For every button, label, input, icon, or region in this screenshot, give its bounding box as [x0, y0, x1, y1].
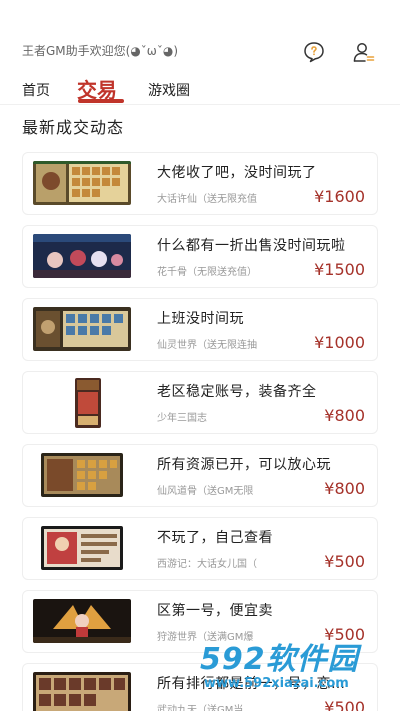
listing-price: ¥1000: [314, 333, 365, 352]
active-tab-indicator: [78, 99, 124, 103]
listing-card[interactable]: 大佬收了吧，没时间玩了 大话许仙（送无限充值 ¥1600: [22, 152, 378, 215]
listing-price: ¥1600: [314, 187, 365, 206]
header-divider: [0, 104, 400, 105]
listing-thumbnail: [41, 526, 123, 570]
listing-title: 所有资源已开，可以放心玩: [157, 457, 331, 473]
listing-game: 少年三国志: [157, 413, 207, 424]
listing-title: 区第一号，便宜卖: [157, 603, 273, 619]
listing-thumbnail: [41, 453, 123, 497]
listing-title: 不玩了，自己查看: [157, 530, 273, 546]
listing-game: 大话许仙（送无限充值: [157, 194, 257, 205]
listing-price: ¥800: [324, 406, 365, 425]
listing-title: 老区稳定账号，装备齐全: [157, 384, 317, 400]
listing-card[interactable]: 上班没时间玩 仙灵世界（送无限连抽 ¥1000: [22, 298, 378, 361]
listing-thumbnail: [33, 599, 131, 643]
tab-game-circle[interactable]: 游戏圈: [148, 80, 190, 100]
listing-title: 什么都有一折出售没时间玩啦: [157, 238, 346, 254]
listing-game: 仙灵世界（送无限连抽: [157, 340, 257, 351]
listing-card[interactable]: 所有排行都是前一，号，恋… 武动九天（送GM当 ¥500: [22, 663, 378, 711]
listing-card[interactable]: 什么都有一折出售没时间玩啦 花千骨（无限送充值） ¥1500: [22, 225, 378, 288]
listing-card[interactable]: 所有资源已开，可以放心玩 仙风道骨（送GM无限 ¥800: [22, 444, 378, 507]
listing-game: 西游记：大话女儿国（: [157, 559, 257, 570]
listing-price: ¥500: [324, 625, 365, 644]
listing-price: ¥500: [324, 698, 365, 711]
listing-card[interactable]: 不玩了，自己查看 西游记：大话女儿国（ ¥500: [22, 517, 378, 580]
question-bubble-icon[interactable]: [302, 40, 326, 64]
section-title: 最新成交动态: [22, 118, 125, 137]
listing-thumbnail: [33, 161, 131, 205]
listing-game: 花千骨（无限送充值）: [157, 267, 257, 278]
listing-thumbnail: [75, 378, 101, 428]
listing-price: ¥1500: [314, 260, 365, 279]
listing-title: 上班没时间玩: [157, 311, 244, 327]
listing-title: 大佬收了吧，没时间玩了: [157, 165, 317, 181]
listing-list: 大佬收了吧，没时间玩了 大话许仙（送无限充值 ¥1600 什么都有一折出售没时间…: [22, 152, 378, 711]
listing-card[interactable]: 老区稳定账号，装备齐全 少年三国志 ¥800: [22, 371, 378, 434]
listing-price: ¥500: [324, 552, 365, 571]
welcome-text: 王者GM助手欢迎您(◕ˇωˇ◕): [22, 44, 179, 58]
app-header: 王者GM助手欢迎您(◕ˇωˇ◕): [0, 0, 400, 70]
listing-card[interactable]: 区第一号，便宜卖 狩游世界（送满GM爆 ¥500: [22, 590, 378, 653]
user-settings-icon[interactable]: [352, 40, 376, 64]
top-tab-bar: 首页 交易 游戏圈: [0, 74, 400, 104]
listing-price: ¥800: [324, 479, 365, 498]
listing-title: 所有排行都是前一，号，恋…: [157, 676, 346, 692]
listing-game: 仙风道骨（送GM无限: [157, 486, 254, 497]
listing-thumbnail: [33, 234, 131, 278]
listing-thumbnail: [33, 307, 131, 351]
listing-game: 武动九天（送GM当: [157, 705, 244, 711]
tab-home[interactable]: 首页: [22, 80, 50, 100]
listing-game: 狩游世界（送满GM爆: [157, 632, 254, 643]
listing-thumbnail: [33, 672, 131, 711]
